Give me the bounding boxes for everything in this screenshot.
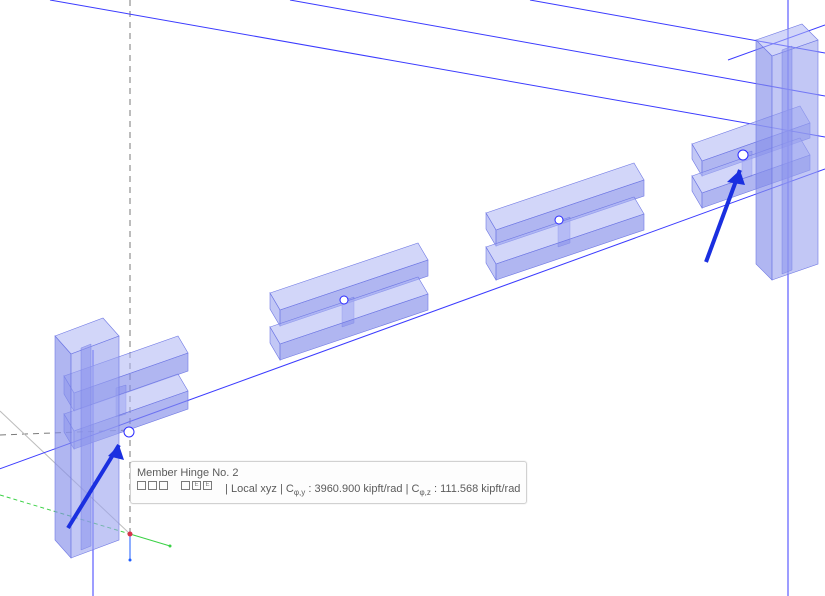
Cphi-z-label: Cφ,z — [412, 483, 431, 495]
Cphi-y-value: 3960.900 — [314, 483, 360, 495]
Cphi-z-value: 111.568 — [440, 483, 478, 495]
column-left — [55, 318, 119, 558]
viewport-3d[interactable] — [0, 0, 825, 596]
Cphi-y-label: Cφ,y — [286, 483, 305, 495]
Cphi-z-unit: kipft/rad — [481, 483, 520, 495]
column-right — [756, 24, 818, 280]
beam-segment-3 — [486, 163, 644, 280]
Cphi-y-unit: kipft/rad — [363, 483, 402, 495]
hinge-tooltip: Member Hinge No. 2 xxx xEE | Local xyz |… — [130, 461, 527, 504]
tooltip-details: xxx xEE | Local xyz | Cφ,y : 3960.900 ki… — [137, 481, 520, 500]
tooltip-title: Member Hinge No. 2 — [137, 466, 520, 480]
tooltip-coord: Local xyz — [231, 483, 277, 495]
